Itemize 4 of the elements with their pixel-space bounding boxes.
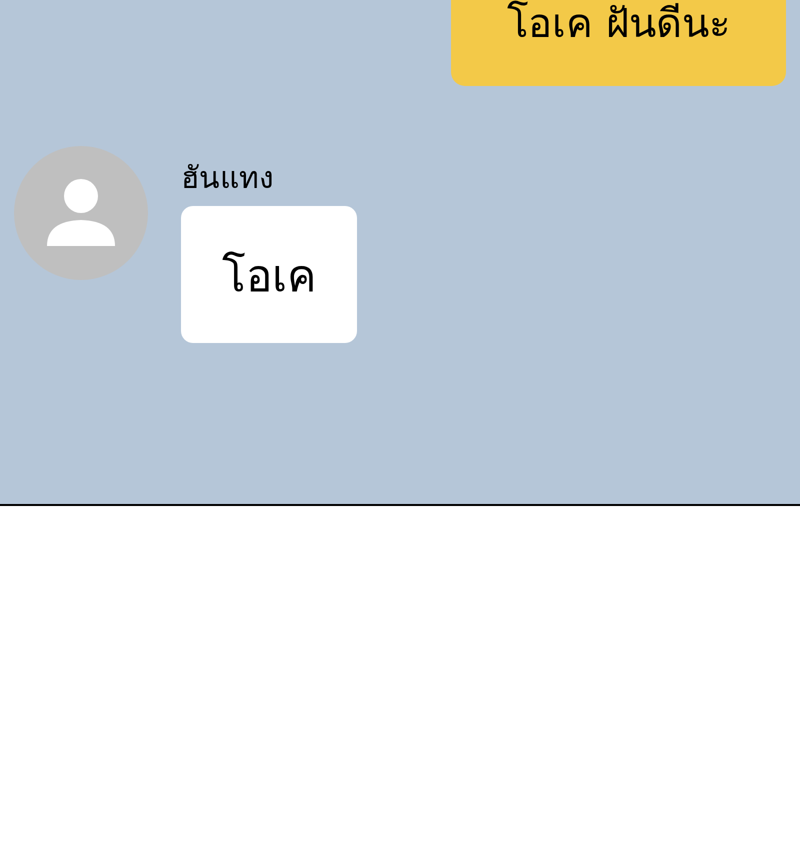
sender-name: ฮันแทง: [181, 162, 274, 196]
received-message: โอเค: [181, 206, 357, 343]
avatar-icon: [14, 146, 148, 280]
sent-message: โอเค ฝันดีนะ: [451, 0, 786, 86]
